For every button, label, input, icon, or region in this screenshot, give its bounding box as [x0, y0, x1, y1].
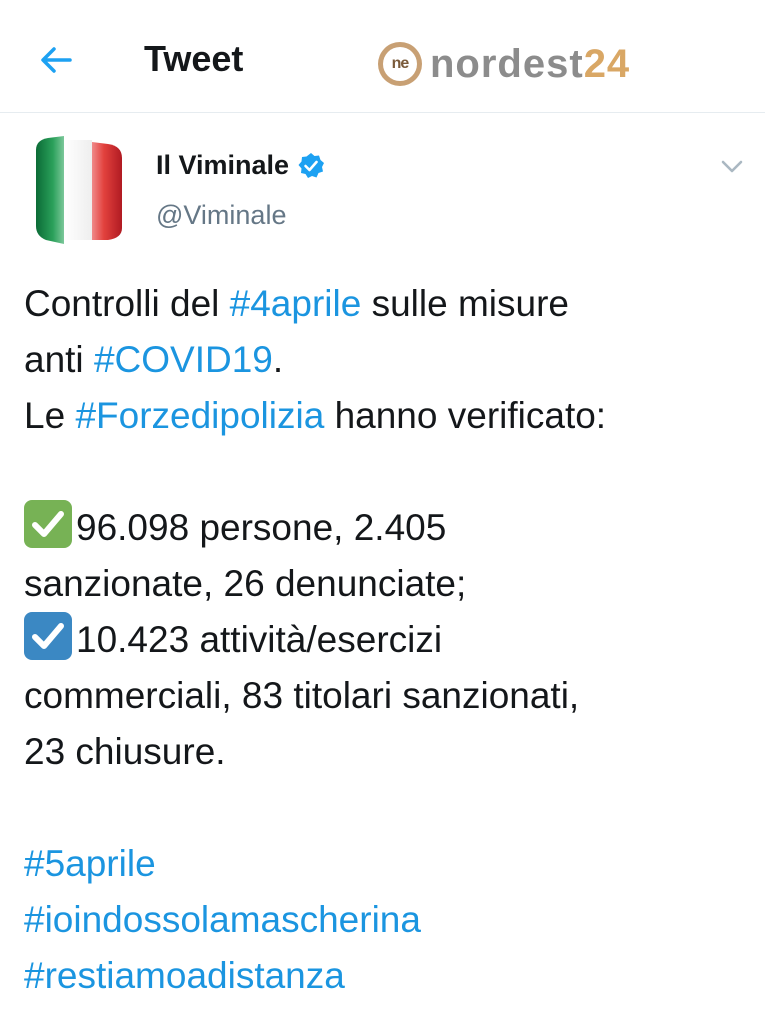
hashtag-link[interactable]: #COVID19 [94, 339, 273, 380]
brand-name: nordest24 [430, 41, 631, 86]
tweet-line: Le #Forzedipolizia hanno verificato: [24, 395, 607, 436]
hashtag-link[interactable]: #4aprile [230, 283, 362, 324]
account-name[interactable]: Il Viminale [156, 150, 325, 181]
brand-logo-icon: ne [378, 42, 422, 86]
arrow-left-icon [41, 47, 72, 73]
tweet-line: #restiamoadistanza [24, 948, 744, 1004]
tweet-body: Controlli del #4aprile sulle misure anti… [24, 276, 744, 1004]
page-title: Tweet [144, 38, 244, 79]
tweet-line: #5aprile [24, 836, 744, 892]
avatar[interactable] [32, 136, 124, 244]
verified-badge-icon [297, 152, 325, 180]
tweet-line: anti #COVID19. [24, 339, 284, 380]
italian-flag-avatar-icon [36, 136, 122, 244]
top-bar: Tweet ne nordest24 [0, 0, 765, 113]
chevron-down-icon [721, 160, 743, 173]
tweet-line: 10.423 attività/esercizi [24, 612, 744, 668]
tweet-line: Controlli del #4aprile sulle misure [24, 283, 569, 324]
tweet-line: 23 chiusure. [24, 731, 226, 772]
hashtag-link[interactable]: #Forzedipolizia [75, 395, 324, 436]
tweet-line: 96.098 persone, 2.405 [24, 500, 744, 556]
hashtag-link[interactable]: #ioindossolamascherina [24, 899, 421, 940]
ballot-box-check-icon [24, 612, 72, 660]
hashtag-link[interactable]: #restiamoadistanza [24, 955, 345, 996]
white-check-mark-icon [24, 500, 72, 548]
tweet-line: #ioindossolamascherina [24, 892, 744, 948]
brand-watermark: ne nordest24 [378, 38, 630, 90]
tweet-line: commerciali, 83 titolari sanzionati, [24, 675, 580, 716]
back-button[interactable] [36, 40, 76, 80]
tweet-line: sanzionate, 26 denunciate; [24, 563, 467, 604]
account-handle[interactable]: @Viminale [156, 200, 286, 231]
tweet-menu-button[interactable] [718, 152, 746, 180]
hashtag-link[interactable]: #5aprile [24, 843, 156, 884]
